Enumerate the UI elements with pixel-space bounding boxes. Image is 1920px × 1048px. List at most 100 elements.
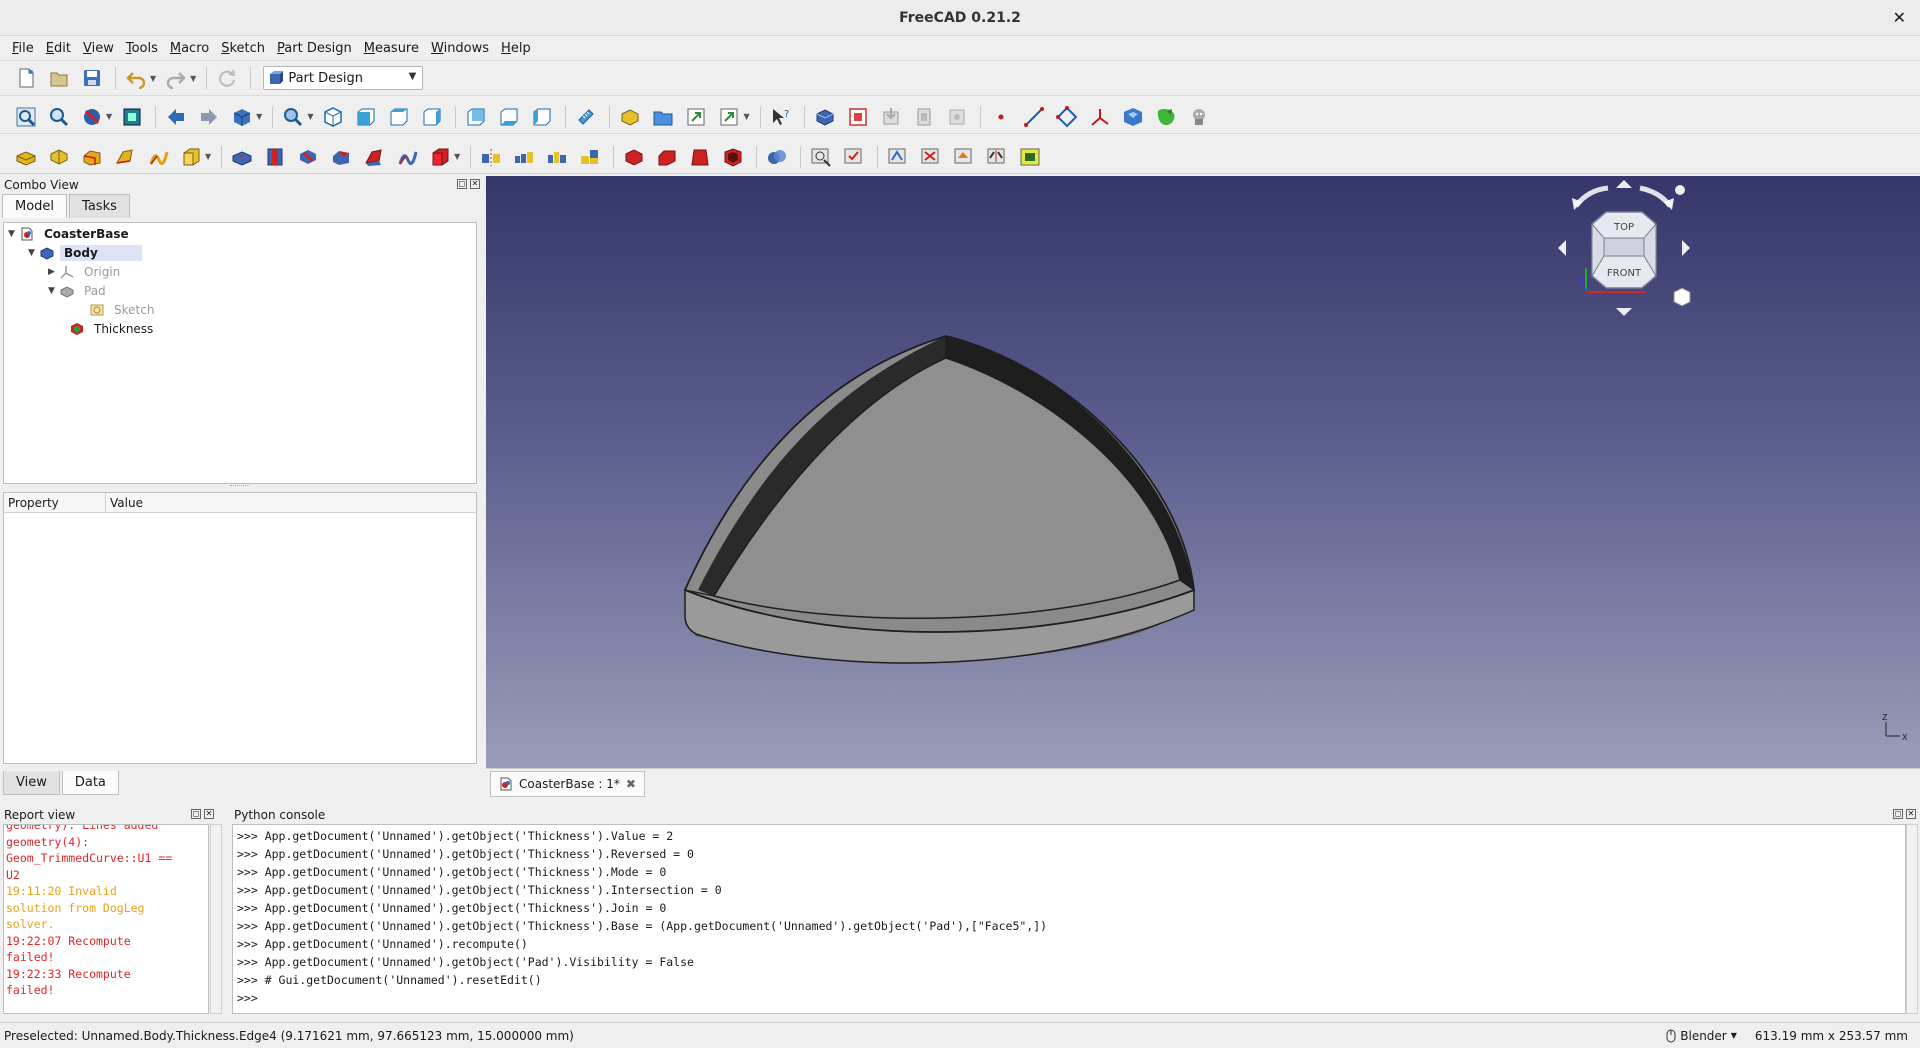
menu-windows[interactable]: Windows	[425, 41, 495, 56]
console-prompt[interactable]: >>>	[237, 989, 1901, 1007]
undo-dropdown-icon[interactable]: ▼	[150, 74, 156, 83]
bounding-box-icon[interactable]	[120, 105, 144, 129]
subtractive-primitive-icon[interactable]	[428, 145, 452, 169]
pad-icon[interactable]	[14, 145, 38, 169]
tab-model[interactable]: Model	[2, 194, 68, 218]
redo-icon[interactable]	[164, 66, 188, 90]
report-view-log[interactable]: geometry): Lines added geometry(4): Geom…	[3, 824, 209, 1014]
zoom-icon[interactable]	[281, 105, 305, 129]
redo-dropdown-icon[interactable]: ▼	[190, 74, 196, 83]
shape-binder-blue-icon[interactable]	[1121, 105, 1145, 129]
save-document-icon[interactable]	[80, 66, 104, 90]
link-icon[interactable]	[684, 105, 708, 129]
link-dropdown-icon[interactable]: ▼	[743, 112, 749, 121]
sub-shape-binder-green-icon[interactable]	[1154, 105, 1178, 129]
undo-icon[interactable]	[124, 66, 148, 90]
view-menu-cube-icon[interactable]	[1673, 287, 1691, 307]
draw-style-dropdown-icon[interactable]: ▼	[106, 112, 112, 121]
menu-tools[interactable]: Tools	[120, 41, 164, 56]
close-panel-icon[interactable]: ✕	[470, 179, 480, 189]
tree-property-splitter[interactable]	[230, 485, 250, 488]
front-view-icon[interactable]	[354, 105, 378, 129]
back-arrow-icon[interactable]	[164, 105, 188, 129]
property-column-header[interactable]: Property	[4, 493, 106, 512]
multi-transform-icon[interactable]	[578, 145, 602, 169]
additive-primitive-icon[interactable]	[179, 145, 203, 169]
menu-edit[interactable]: Edit	[40, 41, 77, 56]
clone-gray-icon[interactable]	[1187, 105, 1211, 129]
menu-macro[interactable]: Macro	[164, 41, 215, 56]
draft-icon[interactable]	[688, 145, 712, 169]
expand-arrow-icon[interactable]: ▼	[28, 248, 40, 258]
subtractive-helix-icon[interactable]	[395, 145, 419, 169]
report-scrollbar[interactable]	[210, 824, 222, 1014]
part-icon[interactable]	[618, 105, 642, 129]
tree-item-body[interactable]: ▼ Body	[28, 244, 142, 262]
whats-this-icon[interactable]: ?	[769, 105, 793, 129]
additive-helix-icon[interactable]	[146, 145, 170, 169]
close-panel-icon[interactable]: ✕	[1906, 809, 1916, 819]
zoom-dropdown-icon[interactable]: ▼	[307, 112, 313, 121]
boolean-icon[interactable]	[765, 145, 789, 169]
expand-arrow-icon[interactable]: ▼	[8, 229, 20, 239]
datum-point-icon[interactable]	[989, 105, 1013, 129]
float-panel-icon[interactable]: ◻	[1893, 809, 1903, 819]
top-view-icon[interactable]	[387, 105, 411, 129]
subtractive-pipe-icon[interactable]	[362, 145, 386, 169]
menu-part-design[interactable]: Part Design	[271, 41, 358, 56]
subtractive-loft-icon[interactable]	[329, 145, 353, 169]
document-tab[interactable]: CoasterBase : 1* ✖	[490, 771, 645, 797]
measure-icon[interactable]	[574, 105, 598, 129]
additive-pipe-icon[interactable]	[113, 145, 137, 169]
float-panel-icon[interactable]: ◻	[191, 809, 201, 819]
forward-arrow-icon[interactable]	[197, 105, 221, 129]
open-document-icon[interactable]	[47, 66, 71, 90]
mirrored-icon[interactable]	[479, 145, 503, 169]
nav-menu-icon[interactable]	[1675, 185, 1685, 195]
navigation-style-selector[interactable]: Blender ▼	[1666, 1029, 1737, 1043]
3d-view[interactable]: TOP FRONT Z X	[486, 176, 1920, 768]
rotate-up-icon[interactable]	[1616, 180, 1632, 188]
subtractive-primitive-dropdown-icon[interactable]: ▼	[454, 152, 460, 161]
polar-pattern-icon[interactable]	[545, 145, 569, 169]
menu-measure[interactable]: Measure	[358, 41, 425, 56]
chamfer-icon[interactable]	[655, 145, 679, 169]
tree-item-thickness[interactable]: Thickness	[58, 320, 157, 338]
coaster-model[interactable]	[682, 335, 1195, 664]
menu-sketch[interactable]: Sketch	[215, 41, 271, 56]
value-column-header[interactable]: Value	[106, 493, 476, 512]
new-document-icon[interactable]	[14, 66, 38, 90]
fillet-icon[interactable]	[622, 145, 646, 169]
fit-selection-icon[interactable]	[47, 105, 71, 129]
menu-help[interactable]: Help	[495, 41, 537, 56]
tree-item-pad[interactable]: ▼ Pad	[48, 282, 110, 300]
std-views-dropdown-icon[interactable]: ▼	[256, 112, 262, 121]
revolution-icon[interactable]	[47, 145, 71, 169]
collapsed-arrow-icon[interactable]: ▶	[48, 267, 60, 277]
group-icon[interactable]	[651, 105, 675, 129]
close-tab-icon[interactable]: ✖	[626, 777, 636, 791]
navcube-front-label[interactable]: FRONT	[1607, 268, 1642, 279]
rotate-down-icon[interactable]	[1616, 308, 1632, 316]
expand-arrow-icon[interactable]: ▼	[48, 286, 60, 296]
hole-icon[interactable]	[263, 145, 287, 169]
tab-view[interactable]: View	[3, 771, 60, 795]
console-scrollbar[interactable]	[1906, 824, 1918, 1014]
clone-icon[interactable]	[912, 105, 936, 129]
datum-plane-icon[interactable]	[1055, 105, 1079, 129]
linear-pattern-icon[interactable]	[512, 145, 536, 169]
close-panel-icon[interactable]: ✕	[204, 809, 214, 819]
tab-tasks[interactable]: Tasks	[69, 194, 130, 218]
datum-line-icon[interactable]	[1022, 105, 1046, 129]
reorient-sketch-icon[interactable]	[919, 145, 943, 169]
tree-item-origin[interactable]: ▶ Origin	[48, 263, 124, 281]
additive-primitive-dropdown-icon[interactable]: ▼	[205, 152, 211, 161]
tree-item-sketch[interactable]: Sketch	[78, 301, 158, 319]
fit-all-icon[interactable]	[14, 105, 38, 129]
navcube-top-label[interactable]: TOP	[1613, 222, 1634, 233]
close-window-button[interactable]: ✕	[1893, 8, 1906, 27]
right-view-icon[interactable]	[420, 105, 444, 129]
local-coordinate-system-icon[interactable]	[1088, 105, 1112, 129]
sketch-on-face-icon[interactable]	[809, 145, 833, 169]
link-actions-icon[interactable]	[717, 105, 741, 129]
